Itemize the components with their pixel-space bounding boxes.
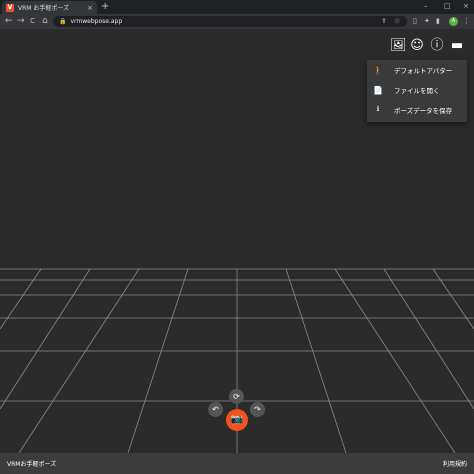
new-tab-button[interactable]: + xyxy=(101,1,109,13)
footer-bar: VRMお手軽ポーズ 利用規約 xyxy=(0,453,474,474)
tab-close-icon[interactable]: × xyxy=(87,4,93,12)
folder-icon[interactable]: ▬ xyxy=(450,39,464,53)
browser-menu-icon[interactable]: ⋮ xyxy=(463,17,470,26)
grid-line xyxy=(127,268,189,453)
bookmark-icon[interactable]: ▯ xyxy=(413,17,417,26)
file-icon: 📄 xyxy=(373,85,383,95)
download-icon: ⭳ xyxy=(376,104,380,113)
footer-app-name: VRMお手軽ポーズ xyxy=(7,461,57,468)
browser-tab[interactable]: V VRM お手軽ポーズ × xyxy=(2,1,97,14)
window-close-icon[interactable]: × xyxy=(463,1,469,11)
lock-icon: 🔒 xyxy=(59,18,67,25)
maximize-icon[interactable]: □ xyxy=(444,1,451,11)
profile-avatar[interactable]: A xyxy=(449,17,458,26)
reset-button[interactable]: ⟳ xyxy=(229,389,244,404)
grid-line xyxy=(0,268,91,410)
image-icon[interactable]: 🖼 xyxy=(390,39,407,53)
capture-button[interactable]: 📷 xyxy=(226,409,248,431)
url-text[interactable]: vrmwebpose.app xyxy=(70,18,122,25)
terms-link[interactable]: 利用規約 xyxy=(443,459,467,468)
menu-item-default-avatar[interactable]: 🚶 デフォルトアバター xyxy=(367,60,467,80)
emoji-icon[interactable]: ☺ xyxy=(410,39,424,53)
minimize-icon[interactable]: – xyxy=(424,1,428,11)
person-icon: 🚶 xyxy=(373,65,383,75)
menu-item-label: ポーズデータを保存 xyxy=(394,107,453,115)
grid-line xyxy=(18,268,140,453)
grid-line xyxy=(0,268,42,330)
grid-line xyxy=(432,268,474,330)
menu-item-label: デフォルトアバター xyxy=(394,67,453,75)
share-icon[interactable]: ⇪ xyxy=(381,16,387,27)
back-icon[interactable]: ← xyxy=(5,16,13,27)
reload-icon[interactable]: C xyxy=(30,16,35,27)
grid-line xyxy=(334,268,456,453)
star-icon[interactable]: ☆ xyxy=(394,16,400,27)
menu-item-save-pose[interactable]: ⭳ ポーズデータを保存 xyxy=(367,100,467,120)
browser-toolbar: ← → C ⌂ 🔒 vrmwebpose.app ⇪ ☆ ▯ ✦ ▮ A ⋮ xyxy=(0,14,474,29)
app-favicon-icon: V xyxy=(6,3,14,12)
grid-line xyxy=(383,268,474,410)
extensions-icon[interactable]: ✦ xyxy=(424,17,430,26)
home-icon[interactable]: ⌂ xyxy=(42,16,48,27)
tab-title: VRM お手軽ポーズ xyxy=(18,5,70,12)
browser-tab-strip: V VRM お手軽ポーズ × + – □ × xyxy=(0,0,474,14)
grid-line xyxy=(285,268,347,453)
address-bar[interactable]: 🔒 vrmwebpose.app ⇪ ☆ xyxy=(53,16,407,27)
redo-button[interactable]: ↷ xyxy=(250,402,265,417)
forward-icon[interactable]: → xyxy=(17,16,25,27)
menu-item-label: ファイルを開く xyxy=(394,87,440,95)
file-menu: 🚶 デフォルトアバター 📄 ファイルを開く ⭳ ポーズデータを保存 xyxy=(367,60,467,122)
undo-button[interactable]: ↶ xyxy=(208,402,223,417)
menu-item-open-file[interactable]: 📄 ファイルを開く xyxy=(367,80,467,100)
side-panel-icon[interactable]: ▮ xyxy=(436,17,440,26)
info-icon[interactable]: ⓘ xyxy=(430,39,444,53)
